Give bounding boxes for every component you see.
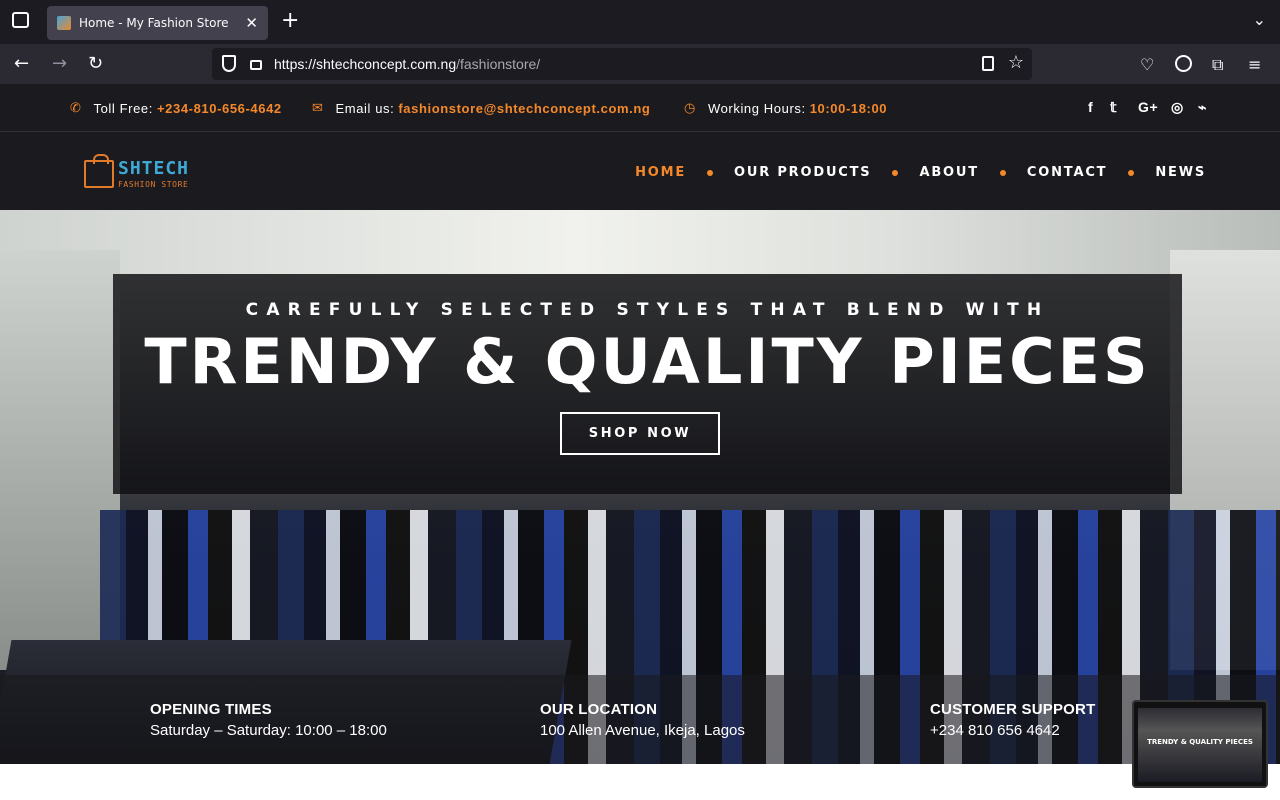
logo-name: SHTECH — [118, 158, 190, 179]
screenshot-thumbnail[interactable]: TRENDY & QUALITY PIECES — [1132, 700, 1268, 788]
address-bar[interactable]: https://shtechconcept.com.ng/fashionstor… — [212, 48, 1032, 80]
menu-separator — [892, 169, 899, 176]
dribbble-icon[interactable]: ◎ — [1171, 99, 1184, 116]
reader-view-icon[interactable] — [982, 56, 994, 71]
hero-background-ceiling — [0, 210, 1280, 274]
close-tab-icon[interactable]: ✕ — [245, 14, 258, 32]
main-menu: HOME OUR PRODUCTS ABOUT CONTACT NEWS — [635, 165, 1206, 180]
menu-item-contact[interactable]: CONTACT — [1027, 165, 1107, 180]
extensions-icon[interactable]: ⧉ — [1212, 55, 1223, 75]
menu-item-products[interactable]: OUR PRODUCTS — [734, 165, 871, 180]
url-path: /fashionstore/ — [456, 56, 541, 72]
tab-overview-icon[interactable] — [12, 12, 29, 28]
shopping-bag-icon — [84, 154, 114, 188]
url-text[interactable]: https://shtechconcept.com.ng/fashionstor… — [274, 56, 540, 72]
menu-separator — [707, 169, 714, 176]
hours-value: 10:00-18:00 — [809, 100, 888, 116]
lock-icon[interactable] — [250, 60, 262, 70]
new-tab-icon[interactable]: + — [281, 9, 299, 33]
facebook-icon[interactable]: f — [1088, 99, 1093, 115]
page-content-start — [0, 764, 1280, 800]
site-header: SHTECH FASHION STORE HOME OUR PRODUCTS A… — [0, 132, 1280, 210]
hero-caption-box: CAREFULLY SELECTED STYLES THAT BLEND WIT… — [113, 274, 1182, 494]
logo-subtitle: FASHION STORE — [118, 180, 189, 189]
info-value: Saturday – Saturday: 10:00 – 18:00 — [150, 722, 387, 739]
hours-label: Working Hours: — [707, 100, 806, 116]
google-plus-icon[interactable]: G+ — [1138, 99, 1158, 115]
pocket-icon[interactable]: ♡ — [1140, 55, 1154, 74]
twitter-icon[interactable]: 𝕥 — [1110, 99, 1117, 116]
tab-title: Home - My Fashion Store — [79, 16, 229, 30]
envelope-icon: ✉ — [312, 100, 324, 115]
tab-list-chevron-icon[interactable]: ⌄ — [1253, 10, 1266, 29]
menu-separator — [1128, 169, 1135, 176]
menu-separator — [999, 169, 1006, 176]
reload-icon[interactable]: ↻ — [88, 52, 103, 76]
menu-item-news[interactable]: NEWS — [1155, 165, 1206, 180]
thumbnail-text: TRENDY & QUALITY PIECES — [1147, 738, 1253, 746]
tracking-shield-icon[interactable] — [222, 55, 236, 72]
hero-headline: TRENDY & QUALITY PIECES — [144, 325, 1151, 398]
site-top-bar: ✆ Toll Free: +234-810-656-4642 ✉ Email u… — [0, 84, 1280, 132]
toll-free-info: ✆ Toll Free: +234-810-656-4642 — [70, 100, 282, 116]
customer-support-block: CUSTOMER SUPPORT +234 810 656 4642 — [930, 701, 1095, 739]
email-label: Email us: — [335, 100, 395, 116]
location-block: OUR LOCATION 100 Allen Avenue, Ikeja, La… — [540, 701, 745, 739]
toll-label: Toll Free: — [93, 100, 153, 116]
menu-item-home[interactable]: HOME — [635, 165, 686, 180]
thumbnail-preview: TRENDY & QUALITY PIECES — [1138, 708, 1262, 782]
shop-now-button[interactable]: SHOP NOW — [560, 412, 720, 455]
info-strip: OPENING TIMES Saturday – Saturday: 10:00… — [0, 675, 1280, 764]
info-title: OUR LOCATION — [540, 701, 658, 718]
hero-banner: CAREFULLY SELECTED STYLES THAT BLEND WIT… — [0, 210, 1280, 764]
browser-tab-bar: Home - My Fashion Store ✕ + ⌄ — [0, 0, 1280, 44]
rss-icon[interactable]: ⌁ — [1198, 99, 1207, 116]
info-value[interactable]: +234 810 656 4642 — [930, 722, 1095, 739]
email-link[interactable]: fashionstore@shtechconcept.com.ng — [398, 101, 650, 116]
back-arrow-icon[interactable]: ← — [14, 52, 29, 76]
info-title: CUSTOMER SUPPORT — [930, 701, 1096, 718]
browser-tab-active[interactable]: Home - My Fashion Store ✕ — [47, 6, 268, 40]
working-hours-info: ◷ Working Hours: 10:00-18:00 — [684, 100, 887, 116]
account-icon[interactable] — [1175, 55, 1192, 72]
opening-times-block: OPENING TIMES Saturday – Saturday: 10:00… — [150, 701, 387, 739]
favicon-icon — [57, 16, 71, 30]
site-logo[interactable]: SHTECH FASHION STORE — [84, 154, 208, 192]
email-info: ✉ Email us: fashionstore@shtechconcept.c… — [312, 100, 650, 116]
url-host: https://shtechconcept.com.ng — [274, 56, 457, 72]
forward-arrow-icon[interactable]: → — [52, 52, 67, 76]
menu-item-about[interactable]: ABOUT — [919, 165, 978, 180]
bookmark-star-icon[interactable]: ☆ — [1008, 52, 1024, 73]
info-title: OPENING TIMES — [150, 701, 272, 718]
menu-hamburger-icon[interactable]: ≡ — [1248, 55, 1261, 74]
toll-number-link[interactable]: +234-810-656-4642 — [157, 101, 282, 116]
phone-icon: ✆ — [70, 100, 82, 115]
info-value: 100 Allen Avenue, Ikeja, Lagos — [540, 722, 745, 739]
hero-kicker: CAREFULLY SELECTED STYLES THAT BLEND WIT… — [245, 300, 1050, 320]
clock-icon: ◷ — [684, 100, 696, 115]
